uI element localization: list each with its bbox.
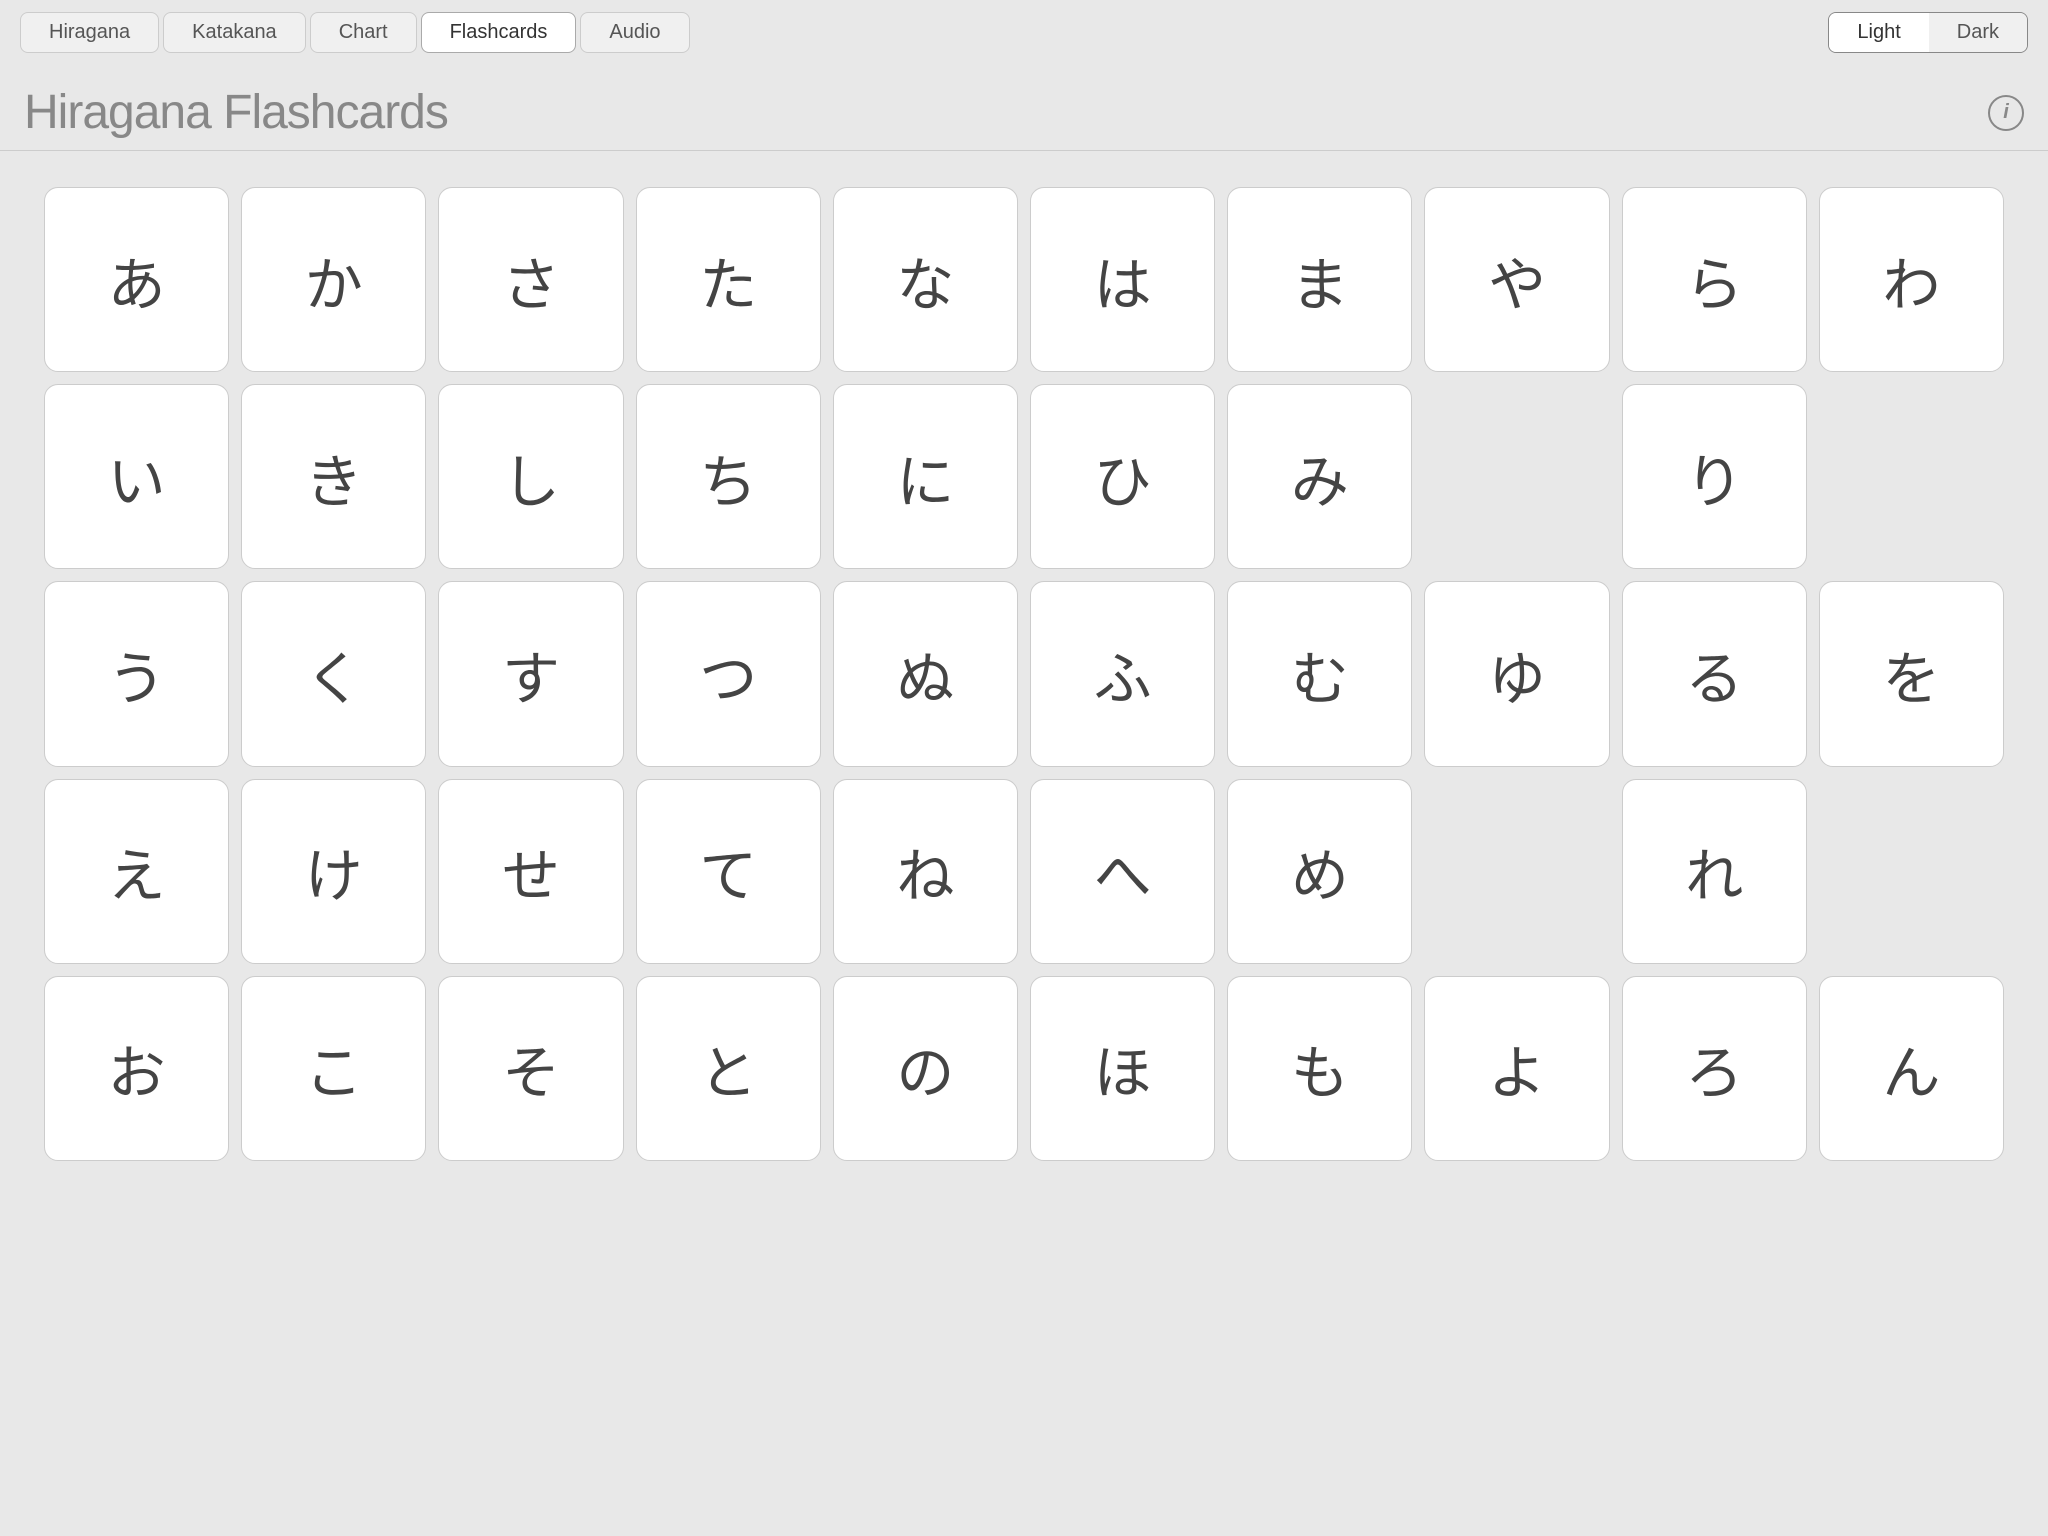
flashcard-empty <box>1424 384 1609 569</box>
flashcard-れ[interactable]: れ <box>1622 779 1807 964</box>
flashcard-そ[interactable]: そ <box>438 976 623 1161</box>
flashcard-ふ[interactable]: ふ <box>1030 581 1215 766</box>
top-nav: Hiragana Katakana Chart Flashcards Audio… <box>0 0 2048 65</box>
flashcard-ひ[interactable]: ひ <box>1030 384 1215 569</box>
flashcard-ぬ[interactable]: ぬ <box>833 581 1018 766</box>
flashcard-へ[interactable]: へ <box>1030 779 1215 964</box>
flashcard-に[interactable]: に <box>833 384 1018 569</box>
flashcard-empty <box>1819 384 2004 569</box>
flashcard-ら[interactable]: ら <box>1622 187 1807 372</box>
flashcard-う[interactable]: う <box>44 581 229 766</box>
flashcard-え[interactable]: え <box>44 779 229 964</box>
flashcard-と[interactable]: と <box>636 976 821 1161</box>
flashcard-を[interactable]: を <box>1819 581 2004 766</box>
flashcard-す[interactable]: す <box>438 581 623 766</box>
flashcard-よ[interactable]: よ <box>1424 976 1609 1161</box>
flashcard-し[interactable]: し <box>438 384 623 569</box>
flashcard-ま[interactable]: ま <box>1227 187 1412 372</box>
flashcard-か[interactable]: か <box>241 187 426 372</box>
info-icon[interactable]: i <box>1988 95 2024 131</box>
flashcard-ほ[interactable]: ほ <box>1030 976 1215 1161</box>
flashcard-ろ[interactable]: ろ <box>1622 976 1807 1161</box>
flashcard-き[interactable]: き <box>241 384 426 569</box>
flashcard-わ[interactable]: わ <box>1819 187 2004 372</box>
flashcard-つ[interactable]: つ <box>636 581 821 766</box>
flashcard-り[interactable]: り <box>1622 384 1807 569</box>
flashcard-な[interactable]: な <box>833 187 1018 372</box>
tab-katakana[interactable]: Katakana <box>163 12 306 53</box>
tab-hiragana[interactable]: Hiragana <box>20 12 159 53</box>
flashcard-は[interactable]: は <box>1030 187 1215 372</box>
flashcard-さ[interactable]: さ <box>438 187 623 372</box>
flashcard-の[interactable]: の <box>833 976 1018 1161</box>
flashcard-け[interactable]: け <box>241 779 426 964</box>
flashcard-ゆ[interactable]: ゆ <box>1424 581 1609 766</box>
page-title: Hiragana Flashcards <box>24 85 448 140</box>
flashcard-せ[interactable]: せ <box>438 779 623 964</box>
flashcard-み[interactable]: み <box>1227 384 1412 569</box>
page-header: Hiragana Flashcards i <box>0 65 2048 151</box>
flashcard-grid: あかさたなはまやらわいきしちにひみ りうくすつぬふむゆるをえけせてねへめ れおこそと… <box>20 167 2028 1181</box>
flashcard-む[interactable]: む <box>1227 581 1412 766</box>
tab-audio[interactable]: Audio <box>580 12 689 53</box>
theme-light-button[interactable]: Light <box>1829 13 1928 52</box>
flashcard-る[interactable]: る <box>1622 581 1807 766</box>
flashcard-empty <box>1424 779 1609 964</box>
flashcard-た[interactable]: た <box>636 187 821 372</box>
flashcard-こ[interactable]: こ <box>241 976 426 1161</box>
grid-container: あかさたなはまやらわいきしちにひみ りうくすつぬふむゆるをえけせてねへめ れおこそと… <box>0 151 2048 1197</box>
tab-chart[interactable]: Chart <box>310 12 417 53</box>
flashcard-い[interactable]: い <box>44 384 229 569</box>
flashcard-ち[interactable]: ち <box>636 384 821 569</box>
flashcard-empty <box>1819 779 2004 964</box>
flashcard-く[interactable]: く <box>241 581 426 766</box>
flashcard-お[interactable]: お <box>44 976 229 1161</box>
flashcard-や[interactable]: や <box>1424 187 1609 372</box>
nav-tabs: Hiragana Katakana Chart Flashcards Audio <box>20 12 690 53</box>
flashcard-あ[interactable]: あ <box>44 187 229 372</box>
flashcard-ん[interactable]: ん <box>1819 976 2004 1161</box>
theme-dark-button[interactable]: Dark <box>1929 13 2027 52</box>
flashcard-め[interactable]: め <box>1227 779 1412 964</box>
flashcard-ね[interactable]: ね <box>833 779 1018 964</box>
theme-toggle: Light Dark <box>1828 12 2028 53</box>
tab-flashcards[interactable]: Flashcards <box>421 12 577 53</box>
flashcard-も[interactable]: も <box>1227 976 1412 1161</box>
flashcard-て[interactable]: て <box>636 779 821 964</box>
